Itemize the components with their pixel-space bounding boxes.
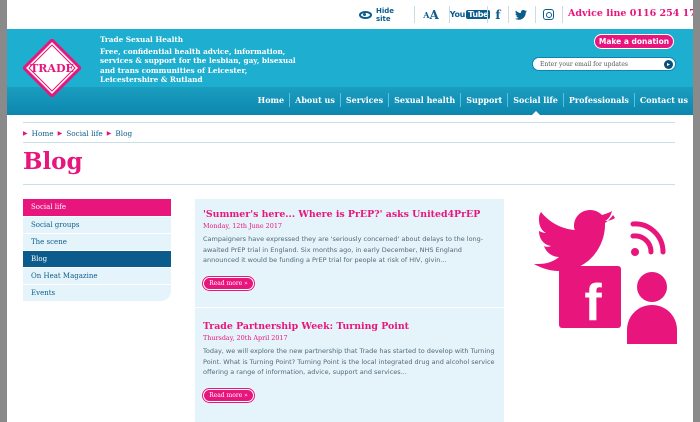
sidebar-item-blog[interactable]: Blog [23,250,171,267]
nav-item-sexual-health[interactable]: Sexual health [388,93,460,107]
instagram-icon[interactable] [541,6,555,23]
breadcrumb: ▶ Home ▶ Social life ▶ Blog [23,129,132,138]
eye-icon [359,10,372,19]
text-size-button[interactable]: A A [421,6,441,23]
post-date: Thursday, 20th April 2017 [203,334,288,342]
youtube-you-label: You [449,10,466,19]
nav-item-about-us[interactable]: About us [289,93,340,107]
divider [23,184,675,185]
email-input[interactable] [540,60,658,68]
divider [414,6,415,23]
chevron-right-icon: ▶ [57,130,63,137]
post-excerpt: Today, we will explore the new partnersh… [203,347,495,376]
utility-bar: Hide site A A You Tube f Advice line 0116… [7,0,693,29]
nav-item-contact-us[interactable]: Contact us [633,93,693,107]
email-signup: ▸ [532,57,676,71]
divider [562,6,563,23]
divider [535,6,536,23]
hide-site-label: Hide site [375,6,394,23]
nav-item-professionals[interactable]: Professionals [562,93,634,107]
blog-post-list: 'Summer's here... Where is PrEP?' asks U… [195,199,504,422]
sidebar-item-the-scene[interactable]: The scene [23,233,171,250]
facebook-icon[interactable]: f [493,6,503,23]
chevron-right-icon: ▶ [106,130,112,137]
read-more-button[interactable]: Read more » [203,389,254,402]
org-name: Trade Sexual Health [100,35,184,44]
list-item: Trade Partnership Week: Turning Point Th… [203,321,499,378]
nav-item-services[interactable]: Services [339,93,388,107]
post-title[interactable]: 'Summer's here... Where is PrEP?' asks U… [203,209,499,220]
divider [508,6,509,23]
facebook-letter: f [584,274,602,332]
breadcrumb-home[interactable]: Home [32,129,54,138]
facebook-square-icon: f [559,266,621,332]
hide-site-button[interactable]: Hide site [359,6,411,23]
trade-logo[interactable]: TRADE [23,39,81,97]
page-title: Blog [23,148,83,175]
social-media-illustration: f [534,210,677,344]
text-size-label: A [429,7,439,22]
person-icon [627,272,677,344]
facebook-glyph: f [495,7,501,22]
chevron-right-icon: ▶ [23,130,28,137]
read-more-button[interactable]: Read more » [203,277,254,290]
donate-button[interactable]: Make a donation [594,34,674,49]
twitter-bird-icon [534,210,615,271]
twitter-icon[interactable] [514,6,528,23]
instagram-glyph [542,9,554,20]
list-item: 'Summer's here... Where is PrEP?' asks U… [203,209,499,266]
page: Hide site A A You Tube f Advice line 0116… [7,0,693,422]
main-nav: Home About us Services Sexual health Sup… [253,93,693,107]
nav-item-support[interactable]: Support [460,93,507,107]
nav-item-social-life[interactable]: Social life [507,93,563,107]
sidebar-item-events[interactable]: Events [23,284,171,301]
post-excerpt: Campaigners have expressed they are 'ser… [203,235,484,264]
breadcrumb-social-life[interactable]: Social life [66,129,103,138]
sidebar-item-on-heat-magazine[interactable]: On Heat Magazine [23,267,171,284]
divider [487,6,488,23]
org-info: Trade Sexual Health Free, confidential h… [100,35,300,85]
logo-text: TRADE [30,62,74,75]
org-description: Free, confidential health advice, inform… [100,46,296,85]
breadcrumb-blog: Blog [115,129,133,138]
rss-icon [630,221,666,256]
post-date: Monday, 12th June 2017 [203,222,282,230]
nav-item-home[interactable]: Home [253,93,289,107]
divider [23,142,675,143]
post-title[interactable]: Trade Partnership Week: Turning Point [203,321,499,332]
sidebar-heading-social-life[interactable]: Social life [23,199,171,216]
sidebar-item-social-groups[interactable]: Social groups [23,216,171,233]
youtube-icon[interactable]: You Tube [450,6,491,23]
advice-line[interactable]: Advice line 0116 254 1747 [568,8,693,19]
divider [23,122,675,123]
site-header: TRADE Trade Sexual Health Free, confiden… [7,29,693,115]
divider [195,307,504,308]
sidebar-nav: Social life Social groups The scene Blog… [23,199,171,301]
submit-arrow-icon[interactable]: ▸ [664,60,673,69]
